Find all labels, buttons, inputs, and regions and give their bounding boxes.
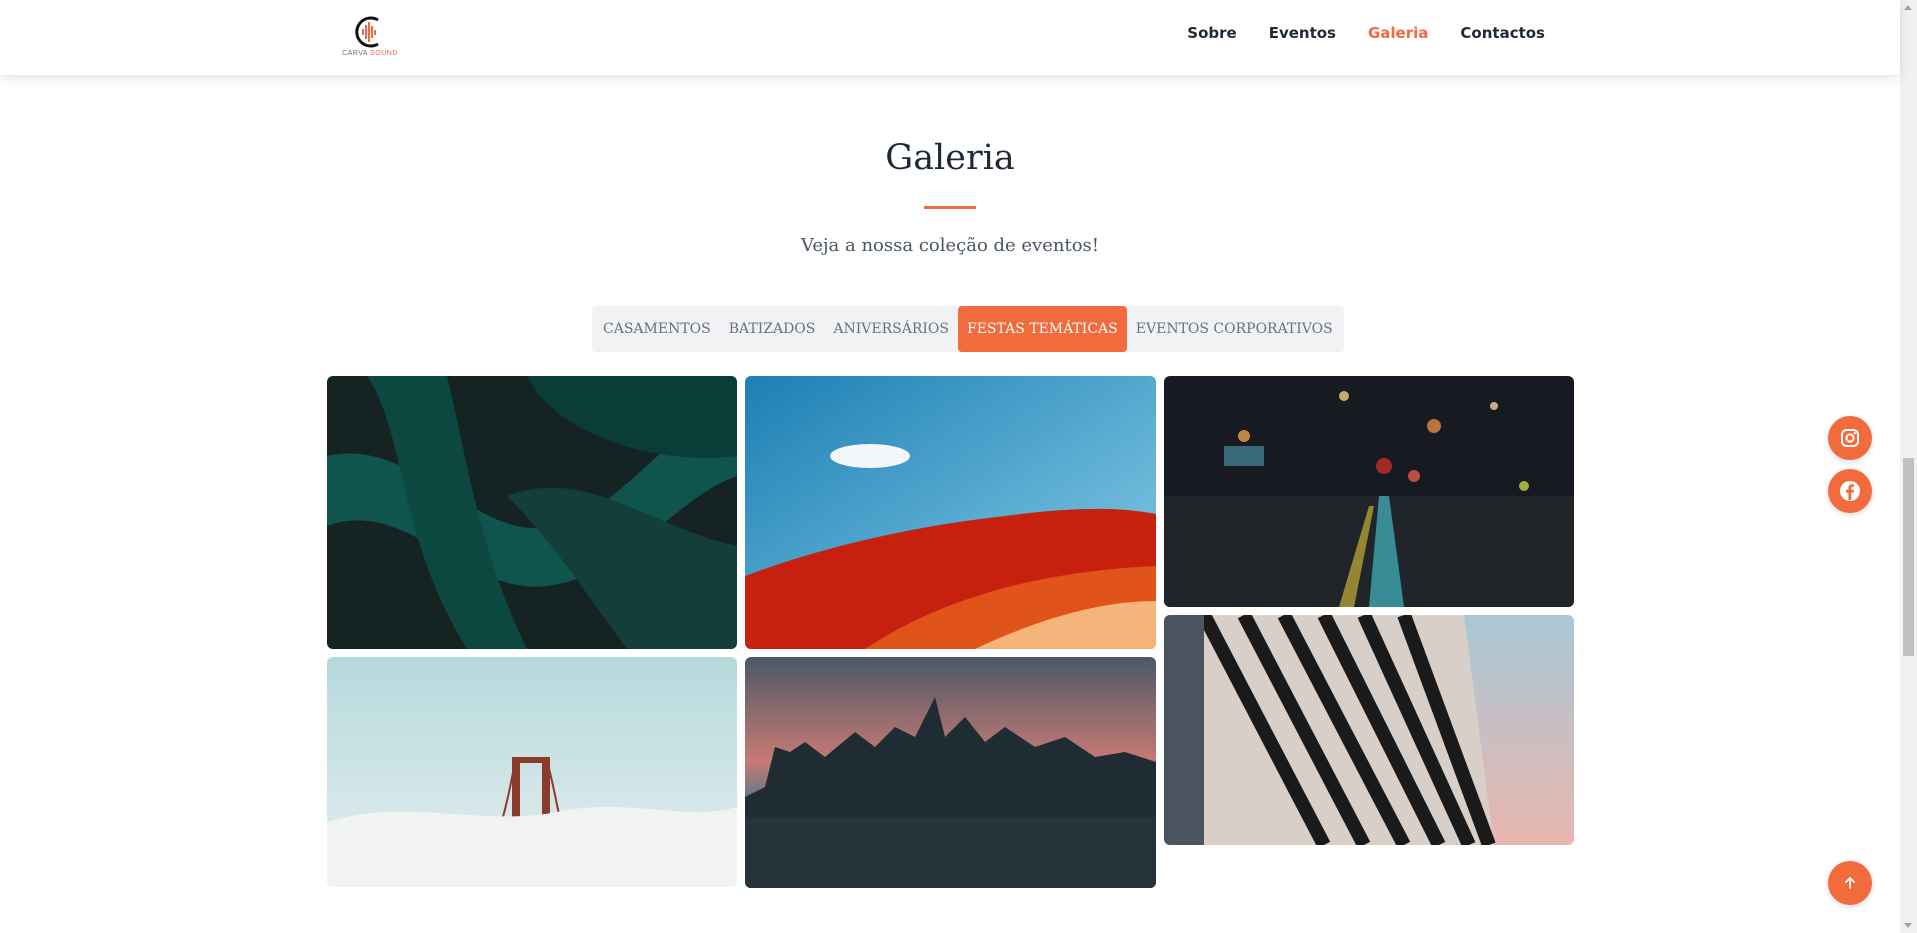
tab-casamentos[interactable]: CASAMENTOS (594, 306, 720, 352)
main-nav: Sobre Eventos Galeria Contactos (1155, 24, 1545, 42)
gallery-image-night-street[interactable] (1164, 376, 1574, 607)
scroll-thumb[interactable] (1903, 458, 1914, 656)
nav-galeria[interactable]: Galeria (1368, 24, 1428, 42)
gallery-image-desert[interactable] (745, 376, 1156, 649)
gallery-image-skyline[interactable] (745, 657, 1156, 888)
back-to-top-button[interactable] (1828, 861, 1872, 905)
instagram-button[interactable] (1828, 416, 1872, 460)
facebook-icon (1840, 481, 1860, 501)
page-scrollbar[interactable] (1900, 0, 1917, 933)
gallery-image-building[interactable] (1164, 615, 1574, 845)
brand-name: CARVA SOUND (342, 50, 398, 57)
gallery-image-bridge-fog[interactable] (327, 657, 737, 887)
tab-eventos-corporativos[interactable]: EVENTOS CORPORATIVOS (1127, 306, 1342, 352)
arrow-up-icon (1845, 876, 1855, 889)
site-header: CARVA SOUND Sobre Eventos Galeria Contac… (0, 0, 1900, 75)
gallery-image-leaf[interactable] (327, 376, 737, 649)
section-title: Galeria (885, 138, 1015, 178)
nav-eventos[interactable]: Eventos (1269, 24, 1336, 42)
tab-aniversarios[interactable]: ANIVERSÁRIOS (824, 306, 958, 352)
tab-festas-tematicas[interactable]: FESTAS TEMÁTICAS (957, 306, 1127, 352)
scroll-up-icon[interactable] (1904, 5, 1912, 10)
instagram-icon (1841, 429, 1859, 447)
title-underline (924, 206, 976, 209)
brand-logo[interactable]: CARVA SOUND (340, 12, 400, 62)
logo-mark-icon (355, 16, 379, 48)
gallery-filter-tabs: CASAMENTOS BATIZADOS ANIVERSÁRIOS FESTAS… (592, 306, 1344, 352)
nav-contactos[interactable]: Contactos (1460, 24, 1545, 42)
nav-sobre[interactable]: Sobre (1187, 24, 1236, 42)
scroll-down-icon[interactable] (1904, 923, 1912, 928)
section-subtitle: Veja a nossa coleção de eventos! (800, 235, 1100, 256)
tab-batizados[interactable]: BATIZADOS (720, 306, 825, 352)
facebook-button[interactable] (1828, 469, 1872, 513)
